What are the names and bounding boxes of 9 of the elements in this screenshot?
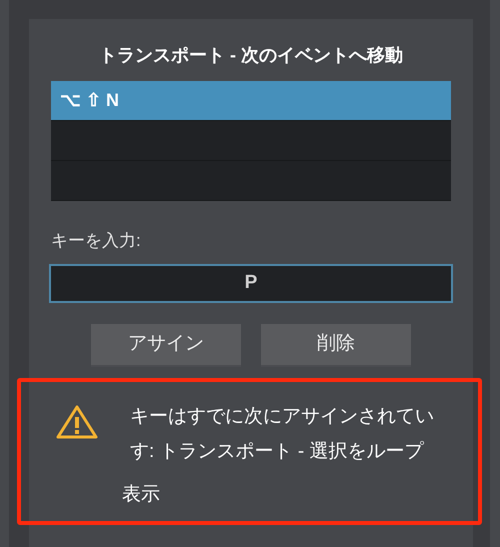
key-input-label: キーを入力:: [51, 230, 142, 252]
action-button[interactable]: アサイン: [91, 324, 241, 366]
key-input-field[interactable]: P: [49, 264, 453, 302]
shortcut-row[interactable]: ⌥ ⇧ N: [51, 81, 451, 121]
warning-message: キーはすでに次にアサインされてい す: トランスポート - 選択をループ: [130, 404, 434, 464]
dialog-title: トランスポート - 次のイベントへ移動: [98, 44, 404, 67]
action-button[interactable]: 削除: [261, 324, 411, 366]
show-link[interactable]: 表示: [122, 480, 160, 509]
warning-icon: [55, 404, 99, 440]
